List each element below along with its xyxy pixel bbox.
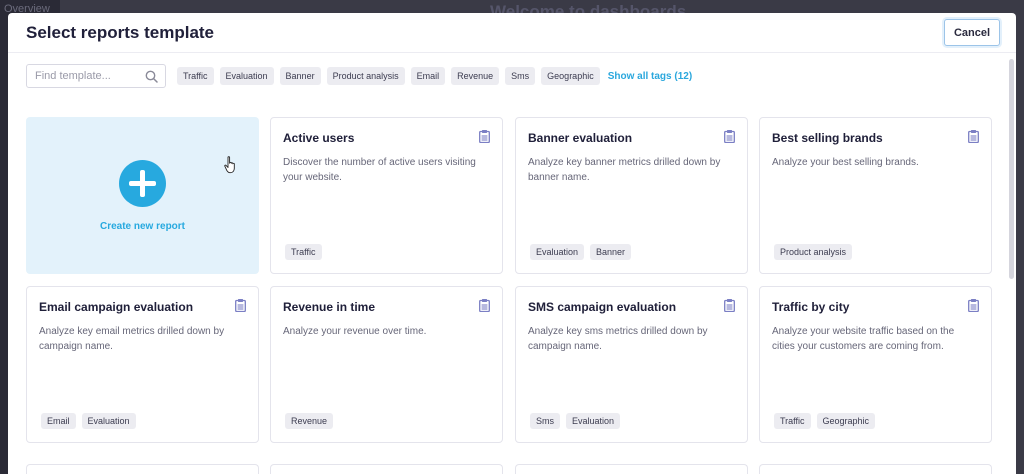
template-card-partial[interactable]: [26, 464, 259, 474]
template-description: Analyze key sms metrics drilled down by …: [528, 326, 708, 352]
template-tags: Sms Evaluation: [530, 413, 621, 429]
template-description: Analyze your best selling brands.: [772, 157, 919, 168]
create-new-report-card[interactable]: Create new report: [26, 117, 259, 274]
template-description: Analyze key email metrics drilled down b…: [39, 326, 225, 352]
template-tag: Evaluation: [530, 244, 585, 260]
template-card-banner-evaluation[interactable]: Banner evaluation Analyze key banner met…: [515, 117, 748, 274]
template-description: Analyze your revenue over time.: [283, 326, 427, 337]
clipboard-icon: [724, 299, 735, 312]
filter-tags: Traffic Evaluation Banner Product analys…: [177, 67, 692, 85]
filter-tag-sms[interactable]: Sms: [505, 67, 536, 85]
filter-tag-product-analysis[interactable]: Product analysis: [326, 67, 405, 85]
filter-tag-revenue[interactable]: Revenue: [451, 67, 500, 85]
template-tag: Evaluation: [566, 413, 621, 429]
template-tags: Revenue: [285, 413, 334, 429]
template-card-sms-campaign-evaluation[interactable]: SMS campaign evaluation Analyze key sms …: [515, 286, 748, 443]
hand-pointer-icon: [224, 156, 235, 174]
template-description: Analyze your website traffic based on th…: [772, 326, 955, 352]
template-card-best-selling-brands[interactable]: Best selling brands Analyze your best se…: [759, 117, 992, 274]
template-card-revenue-in-time[interactable]: Revenue in time Analyze your revenue ove…: [270, 286, 503, 443]
create-new-report-label: Create new report: [99, 221, 186, 232]
template-description: Analyze key banner metrics drilled down …: [528, 157, 721, 183]
cancel-button[interactable]: Cancel: [944, 19, 1000, 46]
template-title: Traffic by city: [772, 300, 850, 314]
clipboard-icon: [968, 299, 979, 312]
template-title: SMS campaign evaluation: [528, 300, 677, 314]
search-icon[interactable]: [145, 70, 158, 83]
template-card-traffic-by-city[interactable]: Traffic by city Analyze your website tra…: [759, 286, 992, 443]
plus-icon[interactable]: [119, 160, 166, 207]
select-template-modal: Select reports template Cancel Traffic E…: [8, 13, 1016, 474]
template-tag: Sms: [530, 413, 560, 429]
template-tags: Traffic Geographic: [774, 413, 876, 429]
template-tag: Traffic: [774, 413, 811, 429]
template-card-partial[interactable]: [759, 464, 992, 474]
clipboard-icon: [479, 299, 490, 312]
template-tag: Product analysis: [774, 244, 853, 260]
filter-tag-evaluation[interactable]: Evaluation: [219, 67, 274, 85]
clipboard-icon: [235, 299, 246, 312]
show-all-tags-link[interactable]: Show all tags (12): [608, 71, 692, 82]
modal-header: Select reports template Cancel: [8, 13, 1016, 53]
template-card-partial[interactable]: [515, 464, 748, 474]
template-title: Revenue in time: [283, 300, 376, 314]
template-title: Active users: [283, 131, 355, 145]
clipboard-icon: [968, 130, 979, 143]
template-description: Discover the number of active users visi…: [283, 157, 476, 183]
template-tag: Evaluation: [81, 413, 136, 429]
template-card-active-users[interactable]: Active users Discover the number of acti…: [270, 117, 503, 274]
template-tags: Product analysis: [774, 244, 853, 260]
template-tags: Evaluation Banner: [530, 244, 632, 260]
template-card-email-campaign-evaluation[interactable]: Email campaign evaluation Analyze key em…: [26, 286, 259, 443]
template-tag: Revenue: [285, 413, 334, 429]
template-title: Best selling brands: [772, 131, 883, 145]
template-tags: Traffic: [285, 244, 322, 260]
template-search: [26, 64, 166, 88]
template-tags: Email Evaluation: [41, 413, 136, 429]
template-card-partial[interactable]: [270, 464, 503, 474]
template-tag: Traffic: [285, 244, 322, 260]
template-title: Email campaign evaluation: [39, 300, 194, 314]
filter-tag-banner[interactable]: Banner: [279, 67, 321, 85]
clipboard-icon: [479, 130, 490, 143]
clipboard-icon: [724, 130, 735, 143]
search-input[interactable]: [27, 65, 145, 87]
filter-tag-email[interactable]: Email: [410, 67, 446, 85]
template-tag: Email: [41, 413, 76, 429]
template-title: Banner evaluation: [528, 131, 633, 145]
template-tag: Banner: [590, 244, 632, 260]
template-tag: Geographic: [816, 413, 876, 429]
filter-tag-geographic[interactable]: Geographic: [541, 67, 600, 85]
modal-title: Select reports template: [26, 23, 215, 42]
modal-scrollbar[interactable]: [1009, 59, 1014, 279]
filter-tag-traffic[interactable]: Traffic: [177, 67, 214, 85]
